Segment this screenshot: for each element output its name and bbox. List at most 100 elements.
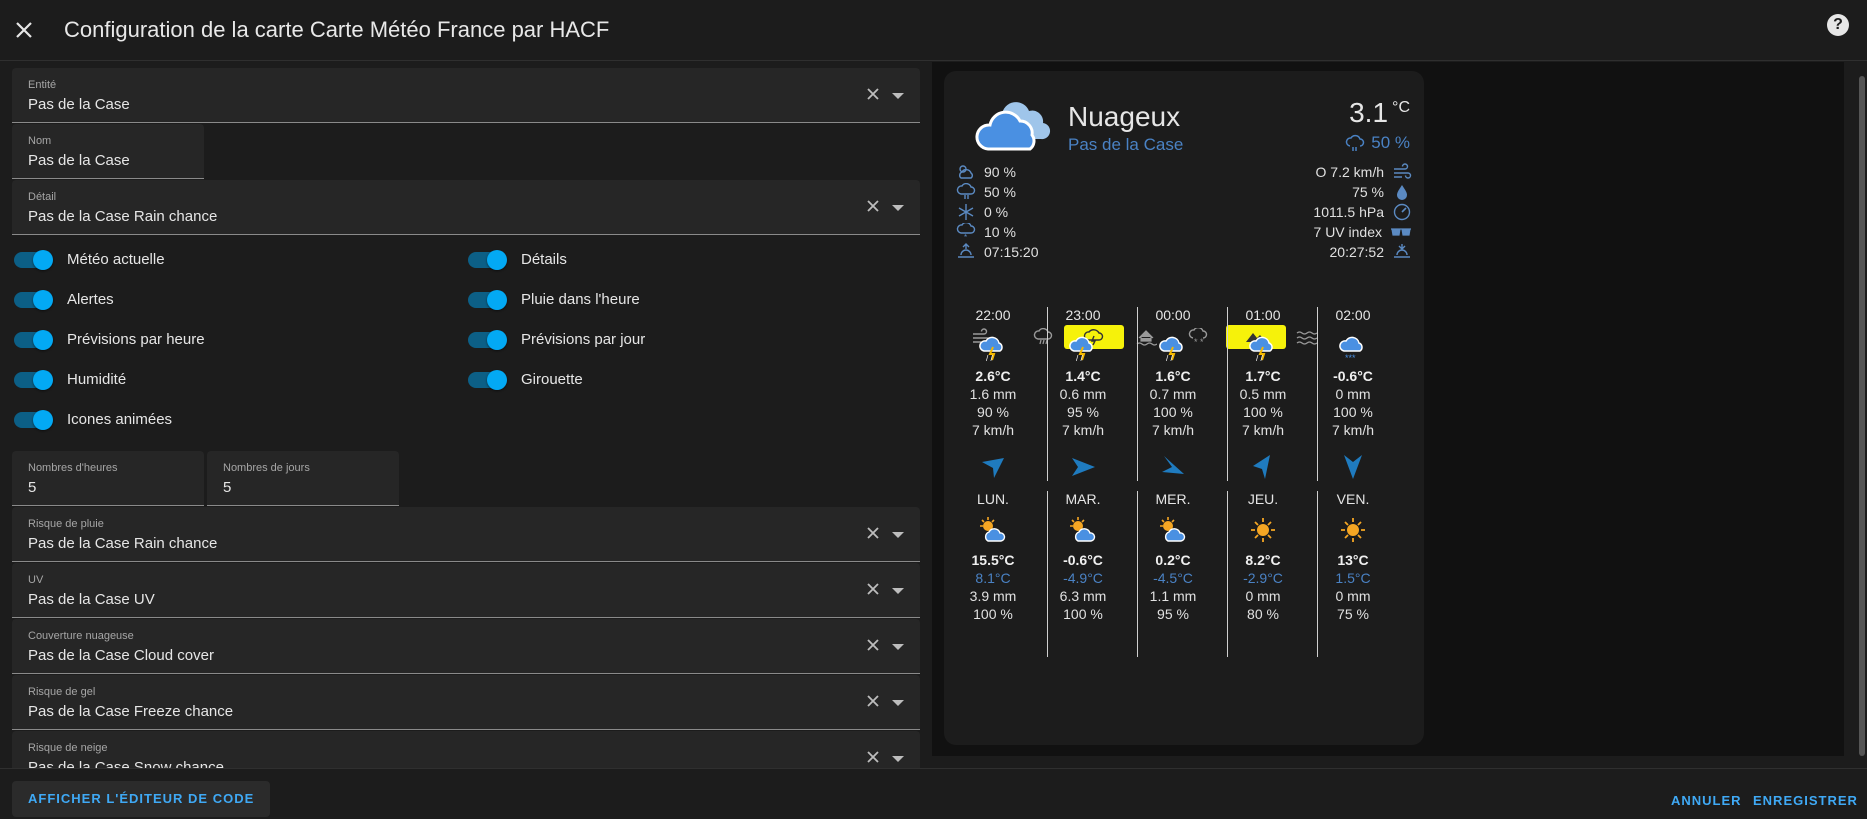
clear-icon[interactable]: [864, 636, 882, 654]
chevron-down-icon[interactable]: [892, 532, 904, 538]
hour-time: 22:00: [975, 307, 1011, 323]
rain-cloud-icon: [1346, 134, 1365, 151]
toggle-switch[interactable]: [468, 369, 507, 390]
save-button[interactable]: ENREGISTRER: [1753, 793, 1858, 808]
toggle-previsions-jour[interactable]: Prévisions par jour: [468, 329, 645, 350]
rain-cloud-icon: [956, 183, 976, 199]
field-value[interactable]: Pas de la Case: [28, 152, 130, 169]
toggle-switch[interactable]: [14, 369, 53, 390]
hour-rain-chance: 90 %: [977, 404, 1009, 420]
field-value[interactable]: Pas de la Case Rain chance: [28, 208, 217, 225]
svg-text:*: *: [964, 233, 967, 241]
field-value[interactable]: Pas de la Case Cloud cover: [28, 647, 214, 664]
clear-icon[interactable]: [864, 692, 882, 710]
cancel-button[interactable]: ANNULER: [1671, 793, 1742, 808]
field-value[interactable]: Pas de la Case Snow chance: [28, 759, 224, 768]
clear-icon[interactable]: [864, 197, 882, 215]
toggle-previsions-heure[interactable]: Prévisions par heure: [14, 329, 205, 350]
toggle-meteo-actuelle[interactable]: Météo actuelle: [14, 249, 165, 270]
field-value[interactable]: 5: [28, 479, 36, 496]
weather-card: Nuageux Pas de la Case 3.1 °C 50 % 90 % 5…: [944, 71, 1424, 745]
clear-icon[interactable]: [864, 524, 882, 542]
day-rain-chance: 80 %: [1247, 606, 1279, 622]
rain-chance-field[interactable]: Risque de pluie Pas de la Case Rain chan…: [12, 507, 920, 562]
field-label: Risque de neige: [28, 742, 108, 754]
hour-rain-chance: 100 %: [1333, 404, 1373, 420]
toggle-humidite[interactable]: Humidité: [14, 369, 126, 390]
hourly-column: 23:00 / / 1.4°C 0.6 mm 95 % 7 km/h: [1038, 307, 1128, 485]
detail-uv: 7 UV index: [1314, 223, 1412, 241]
days-field[interactable]: Nombres de jours 5: [207, 451, 399, 506]
toggle-switch[interactable]: [468, 249, 507, 270]
detail-field[interactable]: Détail Pas de la Case Rain chance: [12, 180, 920, 235]
current-temperature: 3.1 °C: [1349, 97, 1410, 129]
day-name: JEU.: [1247, 491, 1279, 507]
toggle-switch[interactable]: [14, 289, 53, 310]
snow-chance-field[interactable]: Risque de neige Pas de la Case Snow chan…: [12, 731, 920, 768]
temperature-unit: °C: [1392, 99, 1410, 116]
hour-time: 00:00: [1155, 307, 1191, 323]
hourly-column: 02:00 *** -0.6°C 0 mm 100 % 7 km/h: [1308, 307, 1398, 485]
help-icon[interactable]: ?: [1827, 14, 1849, 36]
toggle-switch[interactable]: [14, 329, 53, 350]
partly-cloudy-icon: [959, 165, 973, 179]
wind-direction-arrow-icon: [1344, 455, 1362, 479]
chevron-down-icon[interactable]: [892, 588, 904, 594]
field-value[interactable]: Pas de la Case UV: [28, 591, 155, 608]
toggle-alertes[interactable]: Alertes: [14, 289, 114, 310]
clear-icon[interactable]: [864, 748, 882, 766]
chevron-down-icon[interactable]: [892, 700, 904, 706]
detail-value: 1011.5 hPa: [1313, 204, 1384, 220]
field-value[interactable]: Pas de la Case Rain chance: [28, 535, 217, 552]
day-low: -2.9°C: [1243, 570, 1283, 586]
sunrise-icon: [958, 243, 974, 258]
day-low: -4.5°C: [1153, 570, 1193, 586]
name-field[interactable]: Nom Pas de la Case: [12, 124, 204, 179]
toggle-label: Prévisions par heure: [67, 331, 205, 348]
field-value[interactable]: Pas de la Case: [28, 96, 130, 113]
clear-icon[interactable]: [864, 85, 882, 103]
sunglasses-icon: [1391, 228, 1411, 236]
field-value[interactable]: 5: [223, 479, 231, 496]
dialog-header: Configuration de la carte Carte Météo Fr…: [0, 0, 1867, 61]
toggle-girouette[interactable]: Girouette: [468, 369, 583, 390]
toggle-details[interactable]: Détails: [468, 249, 567, 270]
hour-rain: 0.7 mm: [1149, 386, 1197, 402]
toggle-pluie-heure[interactable]: Pluie dans l'heure: [468, 289, 640, 310]
hour-temperature: 1.4°C: [1065, 368, 1101, 384]
hourly-column: 22:00 / / 2.6°C 1.6 mm 90 % 7 km/h: [948, 307, 1038, 485]
precip-chance: 50 %: [1345, 133, 1410, 153]
field-label: Risque de gel: [28, 686, 96, 698]
show-code-editor-button[interactable]: AFFICHER L'ÉDITEUR DE CODE: [12, 781, 271, 817]
detail-value: O 7.2 km/h: [1315, 164, 1384, 180]
toggle-icones-animees[interactable]: Icones animées: [14, 409, 172, 430]
field-label: Nombres de jours: [223, 462, 310, 474]
uv-field[interactable]: UV Pas de la Case UV: [12, 563, 920, 618]
toggle-switch[interactable]: [14, 409, 53, 430]
toggle-switch[interactable]: [468, 289, 507, 310]
sunny-icon: [1251, 518, 1275, 542]
close-icon[interactable]: [12, 18, 36, 42]
hourly-column: 01:00 / / 1.7°C 0.5 mm 100 % 7 km/h: [1218, 307, 1308, 485]
cloud-cover-field[interactable]: Couverture nuageuse Pas de la Case Cloud…: [12, 619, 920, 674]
scrollbar[interactable]: [1857, 62, 1867, 768]
chevron-down-icon[interactable]: [892, 93, 904, 99]
freeze-chance-field[interactable]: Risque de gel Pas de la Case Freeze chan…: [12, 675, 920, 730]
snow-cloud-icon: ***: [1339, 336, 1363, 363]
chevron-down-icon[interactable]: [892, 644, 904, 650]
day-name: MAR.: [1065, 491, 1101, 507]
toggle-switch[interactable]: [14, 249, 53, 270]
day-high: 13°C: [1337, 552, 1369, 568]
hours-field[interactable]: Nombres d'heures 5: [12, 451, 204, 506]
field-label: Détail: [28, 191, 57, 203]
field-value[interactable]: Pas de la Case Freeze chance: [28, 703, 233, 720]
entity-field[interactable]: Entité Pas de la Case: [12, 68, 920, 123]
toggle-switch[interactable]: [468, 329, 507, 350]
chevron-down-icon[interactable]: [892, 756, 904, 762]
chevron-down-icon[interactable]: [892, 205, 904, 211]
day-name: VEN.: [1336, 491, 1370, 507]
detail-value: 10 %: [984, 224, 1016, 240]
wind-direction-arrow-icon: [1072, 458, 1095, 476]
clear-icon[interactable]: [864, 580, 882, 598]
detail-value: 90 %: [984, 164, 1016, 180]
